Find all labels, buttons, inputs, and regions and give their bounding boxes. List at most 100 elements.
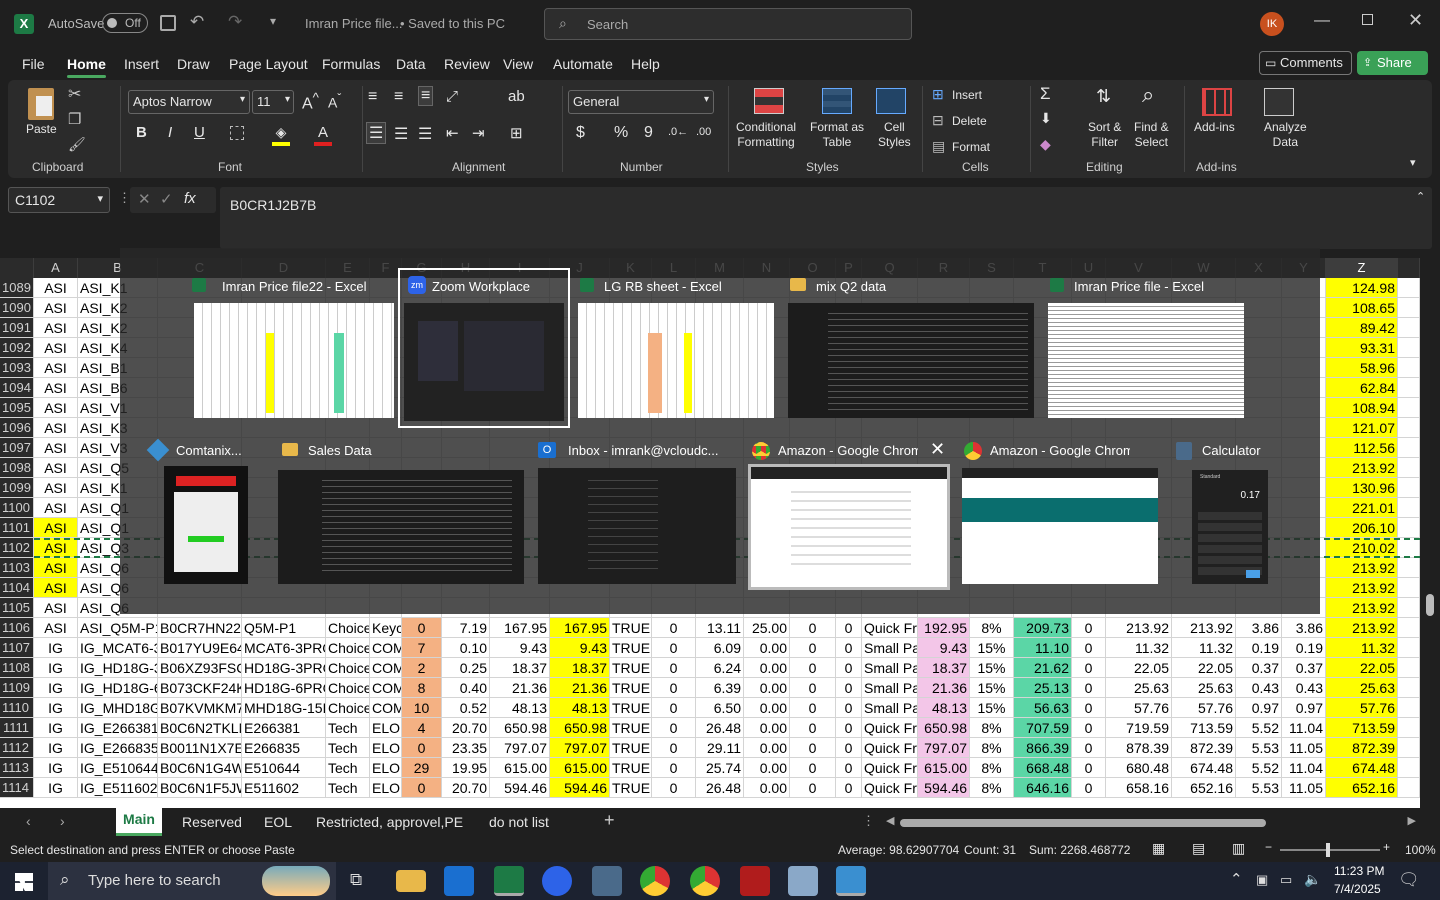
cell[interactable]: Quick Fr bbox=[862, 618, 918, 638]
cell[interactable]: 0 bbox=[652, 738, 696, 758]
cell[interactable]: ASI bbox=[34, 558, 78, 578]
cell[interactable]: 878.39 bbox=[1106, 738, 1172, 758]
decrease-font-icon[interactable]: Aˇ bbox=[328, 92, 341, 111]
row-header[interactable]: 1098 bbox=[0, 458, 34, 478]
cell[interactable]: Tech bbox=[326, 718, 370, 738]
paste-button[interactable]: Paste bbox=[26, 122, 57, 137]
cell[interactable] bbox=[1398, 578, 1420, 598]
cell[interactable]: 21.36 bbox=[918, 678, 970, 698]
row-header[interactable]: 1104 bbox=[0, 578, 34, 598]
status-average[interactable]: Average: 98.62907704 bbox=[838, 843, 959, 857]
cell[interactable]: ASI bbox=[34, 378, 78, 398]
merge-center-icon[interactable]: ⊞ bbox=[510, 124, 523, 142]
row-header[interactable]: 1090 bbox=[0, 298, 34, 318]
horizontal-scrollbar[interactable]: ◀ ▶ bbox=[884, 814, 1420, 830]
cell[interactable]: 0 bbox=[836, 618, 862, 638]
column-header[interactable]: A bbox=[34, 258, 78, 278]
cell[interactable]: 11.05 bbox=[1282, 778, 1326, 798]
cell[interactable]: E511602 bbox=[242, 778, 326, 798]
sheet-tab-main[interactable]: Main bbox=[116, 808, 162, 836]
cell[interactable]: 48.13 bbox=[550, 698, 610, 718]
cell[interactable]: 9.43 bbox=[490, 638, 550, 658]
window-thumbnail[interactable] bbox=[748, 464, 950, 590]
cell[interactable]: 615.00 bbox=[550, 758, 610, 778]
scroll-left-icon[interactable]: ◀ bbox=[886, 814, 894, 827]
align-right-icon[interactable]: ☰ bbox=[418, 124, 432, 144]
cell[interactable]: 58.96 bbox=[1326, 358, 1398, 378]
cell[interactable]: IG_HD18G-3P bbox=[78, 658, 158, 678]
cell[interactable]: 13.11 bbox=[696, 618, 744, 638]
cell[interactable]: COMI bbox=[370, 638, 402, 658]
cell[interactable]: 167.95 bbox=[550, 618, 610, 638]
font-name-select[interactable]: Aptos Narrow ▾ bbox=[128, 90, 250, 114]
cell[interactable]: 9.43 bbox=[550, 638, 610, 658]
cell[interactable] bbox=[1398, 538, 1420, 558]
cell[interactable]: 0.43 bbox=[1236, 678, 1282, 698]
zoom-icon[interactable] bbox=[542, 866, 572, 896]
menu-home[interactable]: Home bbox=[67, 56, 106, 78]
window-thumbnail[interactable] bbox=[194, 303, 394, 418]
autosave-toggle[interactable]: Off bbox=[102, 13, 148, 33]
cell[interactable]: 646.16 bbox=[1014, 778, 1072, 798]
cell[interactable]: 213.92 bbox=[1172, 618, 1236, 638]
increase-decimal-icon[interactable]: .0← bbox=[668, 126, 688, 138]
menu-file[interactable]: File bbox=[22, 56, 45, 72]
cell[interactable]: 668.48 bbox=[1014, 758, 1072, 778]
cell[interactable]: 25.63 bbox=[1326, 678, 1398, 698]
cell[interactable] bbox=[1398, 418, 1420, 438]
cell[interactable]: TRUE bbox=[610, 758, 652, 778]
delete-cells-icon[interactable]: ⊟ bbox=[932, 112, 944, 129]
cell[interactable]: Q5M-P1 bbox=[242, 618, 326, 638]
cell[interactable] bbox=[1398, 558, 1420, 578]
cell[interactable]: 5.53 bbox=[1236, 778, 1282, 798]
cell[interactable]: B0CR7HN22S bbox=[158, 618, 242, 638]
cell[interactable]: 209.73 bbox=[1014, 618, 1072, 638]
cell[interactable]: 0 bbox=[1072, 778, 1106, 798]
analyze-data-button[interactable]: Analyze Data bbox=[1264, 120, 1307, 150]
increase-font-icon[interactable]: A^ bbox=[302, 90, 319, 113]
page-layout-view-icon[interactable]: ▤ bbox=[1192, 840, 1205, 857]
cell[interactable]: 130.96 bbox=[1326, 478, 1398, 498]
cell[interactable]: 213.92 bbox=[1326, 578, 1398, 598]
cell[interactable]: 8% bbox=[970, 758, 1014, 778]
cell[interactable]: 57.76 bbox=[1326, 698, 1398, 718]
select-all-corner[interactable] bbox=[0, 258, 34, 278]
cell[interactable]: 713.59 bbox=[1172, 718, 1236, 738]
save-icon[interactable] bbox=[160, 15, 176, 31]
row-header[interactable]: 1094 bbox=[0, 378, 34, 398]
conditional-formatting-button[interactable]: Conditional Formatting bbox=[736, 120, 796, 150]
cell[interactable]: B0C6N1F5JW bbox=[158, 778, 242, 798]
cell[interactable]: 0 bbox=[836, 738, 862, 758]
column-header[interactable] bbox=[1398, 258, 1420, 278]
cell[interactable]: TRUE bbox=[610, 638, 652, 658]
cell[interactable]: 866.39 bbox=[1014, 738, 1072, 758]
cell[interactable]: 0 bbox=[1072, 758, 1106, 778]
cell[interactable]: 18.37 bbox=[918, 658, 970, 678]
menu-data[interactable]: Data bbox=[396, 56, 426, 72]
cell[interactable]: 0.00 bbox=[744, 718, 790, 738]
cell[interactable] bbox=[1398, 398, 1420, 418]
app-icon[interactable] bbox=[788, 866, 818, 896]
cell[interactable]: 652.16 bbox=[1326, 778, 1398, 798]
row-header[interactable]: 1113 bbox=[0, 758, 34, 778]
cell[interactable]: ASI bbox=[34, 278, 78, 298]
cell[interactable]: ASI bbox=[34, 538, 78, 558]
find-select-button[interactable]: Find & Select bbox=[1134, 120, 1169, 150]
window-thumbnail[interactable] bbox=[404, 303, 564, 421]
row-header[interactable]: 1093 bbox=[0, 358, 34, 378]
zoom-in-icon[interactable]: + bbox=[1383, 840, 1390, 854]
cell[interactable] bbox=[1398, 498, 1420, 518]
cell[interactable]: 221.01 bbox=[1326, 498, 1398, 518]
cell[interactable]: 0.00 bbox=[744, 658, 790, 678]
row-header[interactable]: 1108 bbox=[0, 658, 34, 678]
cell[interactable]: 872.39 bbox=[1326, 738, 1398, 758]
cell[interactable]: 0 bbox=[836, 718, 862, 738]
fill-color-icon[interactable]: ◈ bbox=[272, 124, 290, 146]
cell[interactable]: IG bbox=[34, 658, 78, 678]
cell[interactable]: 0.00 bbox=[744, 738, 790, 758]
cell[interactable]: 48.13 bbox=[918, 698, 970, 718]
cell[interactable]: ELO bbox=[370, 718, 402, 738]
row-header[interactable]: 1111 bbox=[0, 718, 34, 738]
cell[interactable]: 0 bbox=[652, 678, 696, 698]
cell[interactable]: 0.37 bbox=[1282, 658, 1326, 678]
